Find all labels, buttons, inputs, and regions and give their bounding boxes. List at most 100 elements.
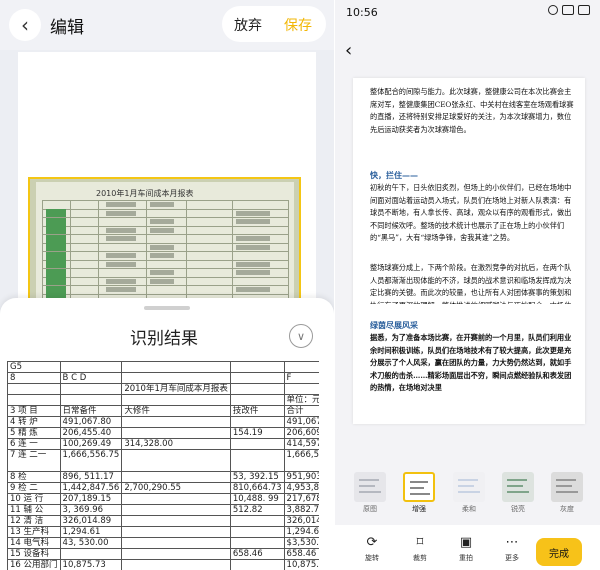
table-cell[interactable]: 1,294.61 [59,526,123,538]
table-cell[interactable]: 12 清 洁 [7,515,61,527]
table-cell[interactable] [121,548,231,560]
table-cell[interactable]: 43, 530.00 [59,537,123,549]
filter-bright[interactable]: 锐亮 [499,472,537,514]
table-cell[interactable]: 10,875.73 [59,559,123,570]
more-button[interactable]: ⋯ 更多 [495,535,529,563]
table-cell[interactable]: 314,328.00 [121,438,231,450]
filter-grayscale[interactable]: 灰度 [548,472,586,514]
table-cell[interactable] [59,394,123,406]
table-cell[interactable]: 100,269.49 [59,438,123,450]
table-cell[interactable] [121,427,231,439]
table-cell[interactable]: 154.19 [229,427,285,439]
table-cell[interactable]: F [283,372,319,384]
table-cell[interactable]: 7 连 二一 [7,449,61,472]
table-cell[interactable]: 日常备件 [59,405,123,417]
table-cell[interactable]: G5 [7,361,61,373]
table-cell[interactable]: 11 辅 公 [7,504,61,516]
table-cell[interactable]: 14 电气科 [7,537,61,549]
table-cell[interactable] [121,394,231,406]
back-button[interactable]: ‹ [9,9,41,41]
table-cell[interactable] [121,493,231,505]
table-cell[interactable]: 1,666,556.75 [59,449,123,472]
table-cell[interactable] [59,548,123,560]
table-cell[interactable]: 326,014.89 [283,515,319,527]
table-cell[interactable]: 10 运 行 [7,493,61,505]
table-cell[interactable]: 3 项 目 [7,405,61,417]
table-cell[interactable] [7,383,61,395]
table-cell[interactable] [121,361,231,373]
table-cell[interactable]: 1,442,847.56 [59,482,123,494]
table-cell[interactable]: 2,700,290.55 [121,482,231,494]
table-cell[interactable]: 951,903.32 [283,471,319,483]
table-cell[interactable]: 206,609.59 [283,427,319,439]
table-cell[interactable]: 1,666,556.75 [283,449,319,472]
table-cell[interactable] [283,383,319,395]
table-cell[interactable] [121,526,231,538]
crop-button[interactable]: ⌑ 裁剪 [403,535,437,563]
back-button[interactable]: ‹ [345,40,352,61]
table-cell[interactable] [229,383,285,395]
table-cell[interactable] [121,504,231,516]
table-cell[interactable] [121,559,231,570]
table-cell[interactable]: 326,014.89 [59,515,123,527]
table-cell[interactable] [229,372,285,384]
table-cell[interactable]: 658.46 [283,548,319,560]
table-cell[interactable]: 217,678.14 [283,493,319,505]
table-cell[interactable] [121,471,231,483]
table-cell[interactable] [121,372,231,384]
table-cell[interactable]: $3,530.00 [283,537,319,549]
table-cell[interactable]: 3, 369.96 [59,504,123,516]
table-cell[interactable]: 491,067.80 [283,416,319,428]
table-cell[interactable]: 10,488. 99 [229,493,285,505]
table-cell[interactable]: 206,455.40 [59,427,123,439]
table-cell[interactable]: 658.46 [229,548,285,560]
table-cell[interactable]: 810,664.73 [229,482,285,494]
enhanced-document-page[interactable]: 整体配合的间隙与能力。此次球赛，整健康公司在本次比赛会主席对军，整健康集团CEO… [353,78,585,424]
table-cell[interactable]: 414,597.49 [283,438,319,450]
table-cell[interactable]: 合计 [283,405,319,417]
table-cell[interactable]: 13 生产科 [7,526,61,538]
table-cell[interactable] [229,559,285,570]
table-cell[interactable] [59,361,123,373]
table-cell[interactable]: 8 [7,372,61,384]
table-cell[interactable]: 2010年1月车间成本月报表 [121,383,231,395]
filter-original[interactable]: 原图 [351,472,389,514]
table-cell[interactable] [121,449,231,472]
retake-button[interactable]: ▣ 重拍 [449,535,483,563]
table-cell[interactable]: 15 设备科 [7,548,61,560]
scanned-photo[interactable]: 2010年1月车间成本月报表 [28,177,301,302]
table-cell[interactable] [121,537,231,549]
table-cell[interactable]: 9 检 二 [7,482,61,494]
table-cell[interactable]: 4 转 炉 [7,416,61,428]
done-button[interactable]: 完成 [536,538,582,566]
table-cell[interactable] [283,361,319,373]
table-cell[interactable]: 207,189.15 [59,493,123,505]
table-cell[interactable] [229,526,285,538]
table-cell[interactable]: 1,294.61 [283,526,319,538]
table-cell[interactable] [121,515,231,527]
table-cell[interactable]: 大修件 [121,405,231,417]
table-cell[interactable]: 3,882.78 [283,504,319,516]
table-cell[interactable]: 16 公用部门 [7,559,61,570]
collapse-button[interactable]: ∨ [289,324,313,348]
result-table-container[interactable]: G5 8 B C D F 2010年1月车间成本月报表 单位：元 3 项 目日常备件 大修件技… [7,361,319,570]
table-cell[interactable] [229,361,285,373]
filter-soft[interactable]: 柔和 [450,472,488,514]
table-cell[interactable]: 10,875.73 [283,559,319,570]
drag-handle[interactable] [144,306,190,310]
table-cell[interactable]: 6 连 一 [7,438,61,450]
table-cell[interactable] [229,449,285,472]
discard-button[interactable]: 放弃 [234,15,262,35]
table-cell[interactable] [59,383,123,395]
table-cell[interactable]: 491,067.80 [59,416,123,428]
table-cell[interactable]: 技改件 [229,405,285,417]
table-cell[interactable] [229,438,285,450]
table-cell[interactable]: B C D [59,372,123,384]
table-cell[interactable]: 8 检 [7,471,61,483]
table-cell[interactable]: 53, 392.15 [229,471,285,483]
table-cell[interactable] [229,515,285,527]
save-button[interactable]: 保存 [284,15,312,35]
table-cell[interactable]: 896, 511.17 [59,471,123,483]
table-cell[interactable] [7,394,61,406]
table-cell[interactable] [229,394,285,406]
